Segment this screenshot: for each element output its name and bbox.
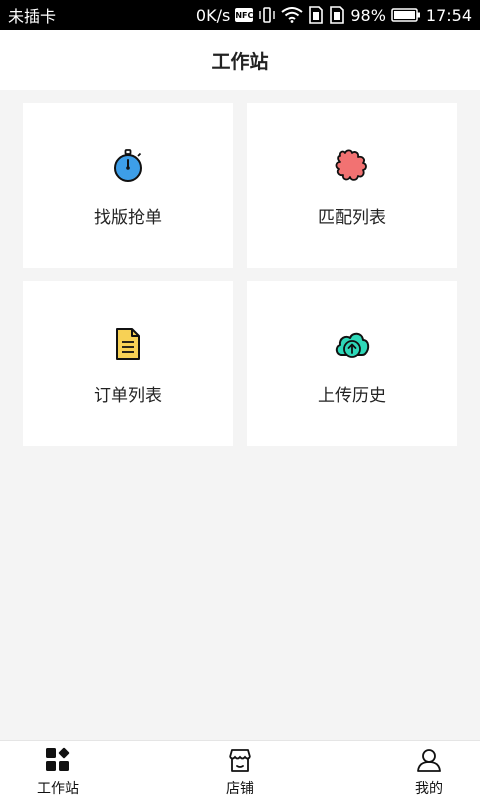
nav-label: 工作站 xyxy=(37,781,79,797)
nav-label: 我的 xyxy=(415,781,443,797)
card-label: 上传历史 xyxy=(318,386,386,406)
nav-workstation[interactable]: 工作站 xyxy=(13,741,103,800)
card-label: 订单列表 xyxy=(94,386,162,406)
cloud-upload-icon xyxy=(333,325,371,363)
sim-2-icon xyxy=(330,6,345,24)
card-order-list[interactable]: 订单列表 xyxy=(23,281,233,446)
card-match-list[interactable]: 匹配列表 xyxy=(247,103,457,268)
bottom-nav: 工作站 店铺 我的 xyxy=(0,740,480,800)
nav-shop[interactable]: 店铺 xyxy=(195,741,285,800)
wifi-icon xyxy=(281,7,303,23)
stopwatch-icon xyxy=(109,147,147,185)
shop-icon xyxy=(226,746,254,774)
nfc-icon: NFC xyxy=(235,8,253,22)
carrier-text: 未插卡 xyxy=(8,7,57,26)
workstation-icon xyxy=(44,746,72,774)
card-label: 匹配列表 xyxy=(318,208,386,228)
sim-1-icon xyxy=(309,6,324,24)
vibrate-icon xyxy=(259,7,276,23)
nav-mine[interactable]: 我的 xyxy=(384,741,474,800)
card-upload-history[interactable]: 上传历史 xyxy=(247,281,457,446)
app-header: 工作站 xyxy=(0,30,480,90)
clock: 17:54 xyxy=(425,5,472,25)
puzzle-icon xyxy=(333,147,371,185)
user-icon xyxy=(415,746,443,774)
document-icon xyxy=(109,325,147,363)
battery-icon xyxy=(391,8,420,22)
nav-label: 店铺 xyxy=(226,781,254,797)
nfc-label: NFC xyxy=(235,10,254,20)
card-label: 找版抢单 xyxy=(94,208,162,228)
page-title: 工作站 xyxy=(211,50,269,73)
status-bar: 未插卡 0K/s NFC 98% 17:54 xyxy=(0,0,480,30)
battery-percent: 98% xyxy=(350,5,386,25)
card-find-order[interactable]: 找版抢单 xyxy=(23,103,233,268)
net-speed: 0K/s xyxy=(195,5,231,25)
